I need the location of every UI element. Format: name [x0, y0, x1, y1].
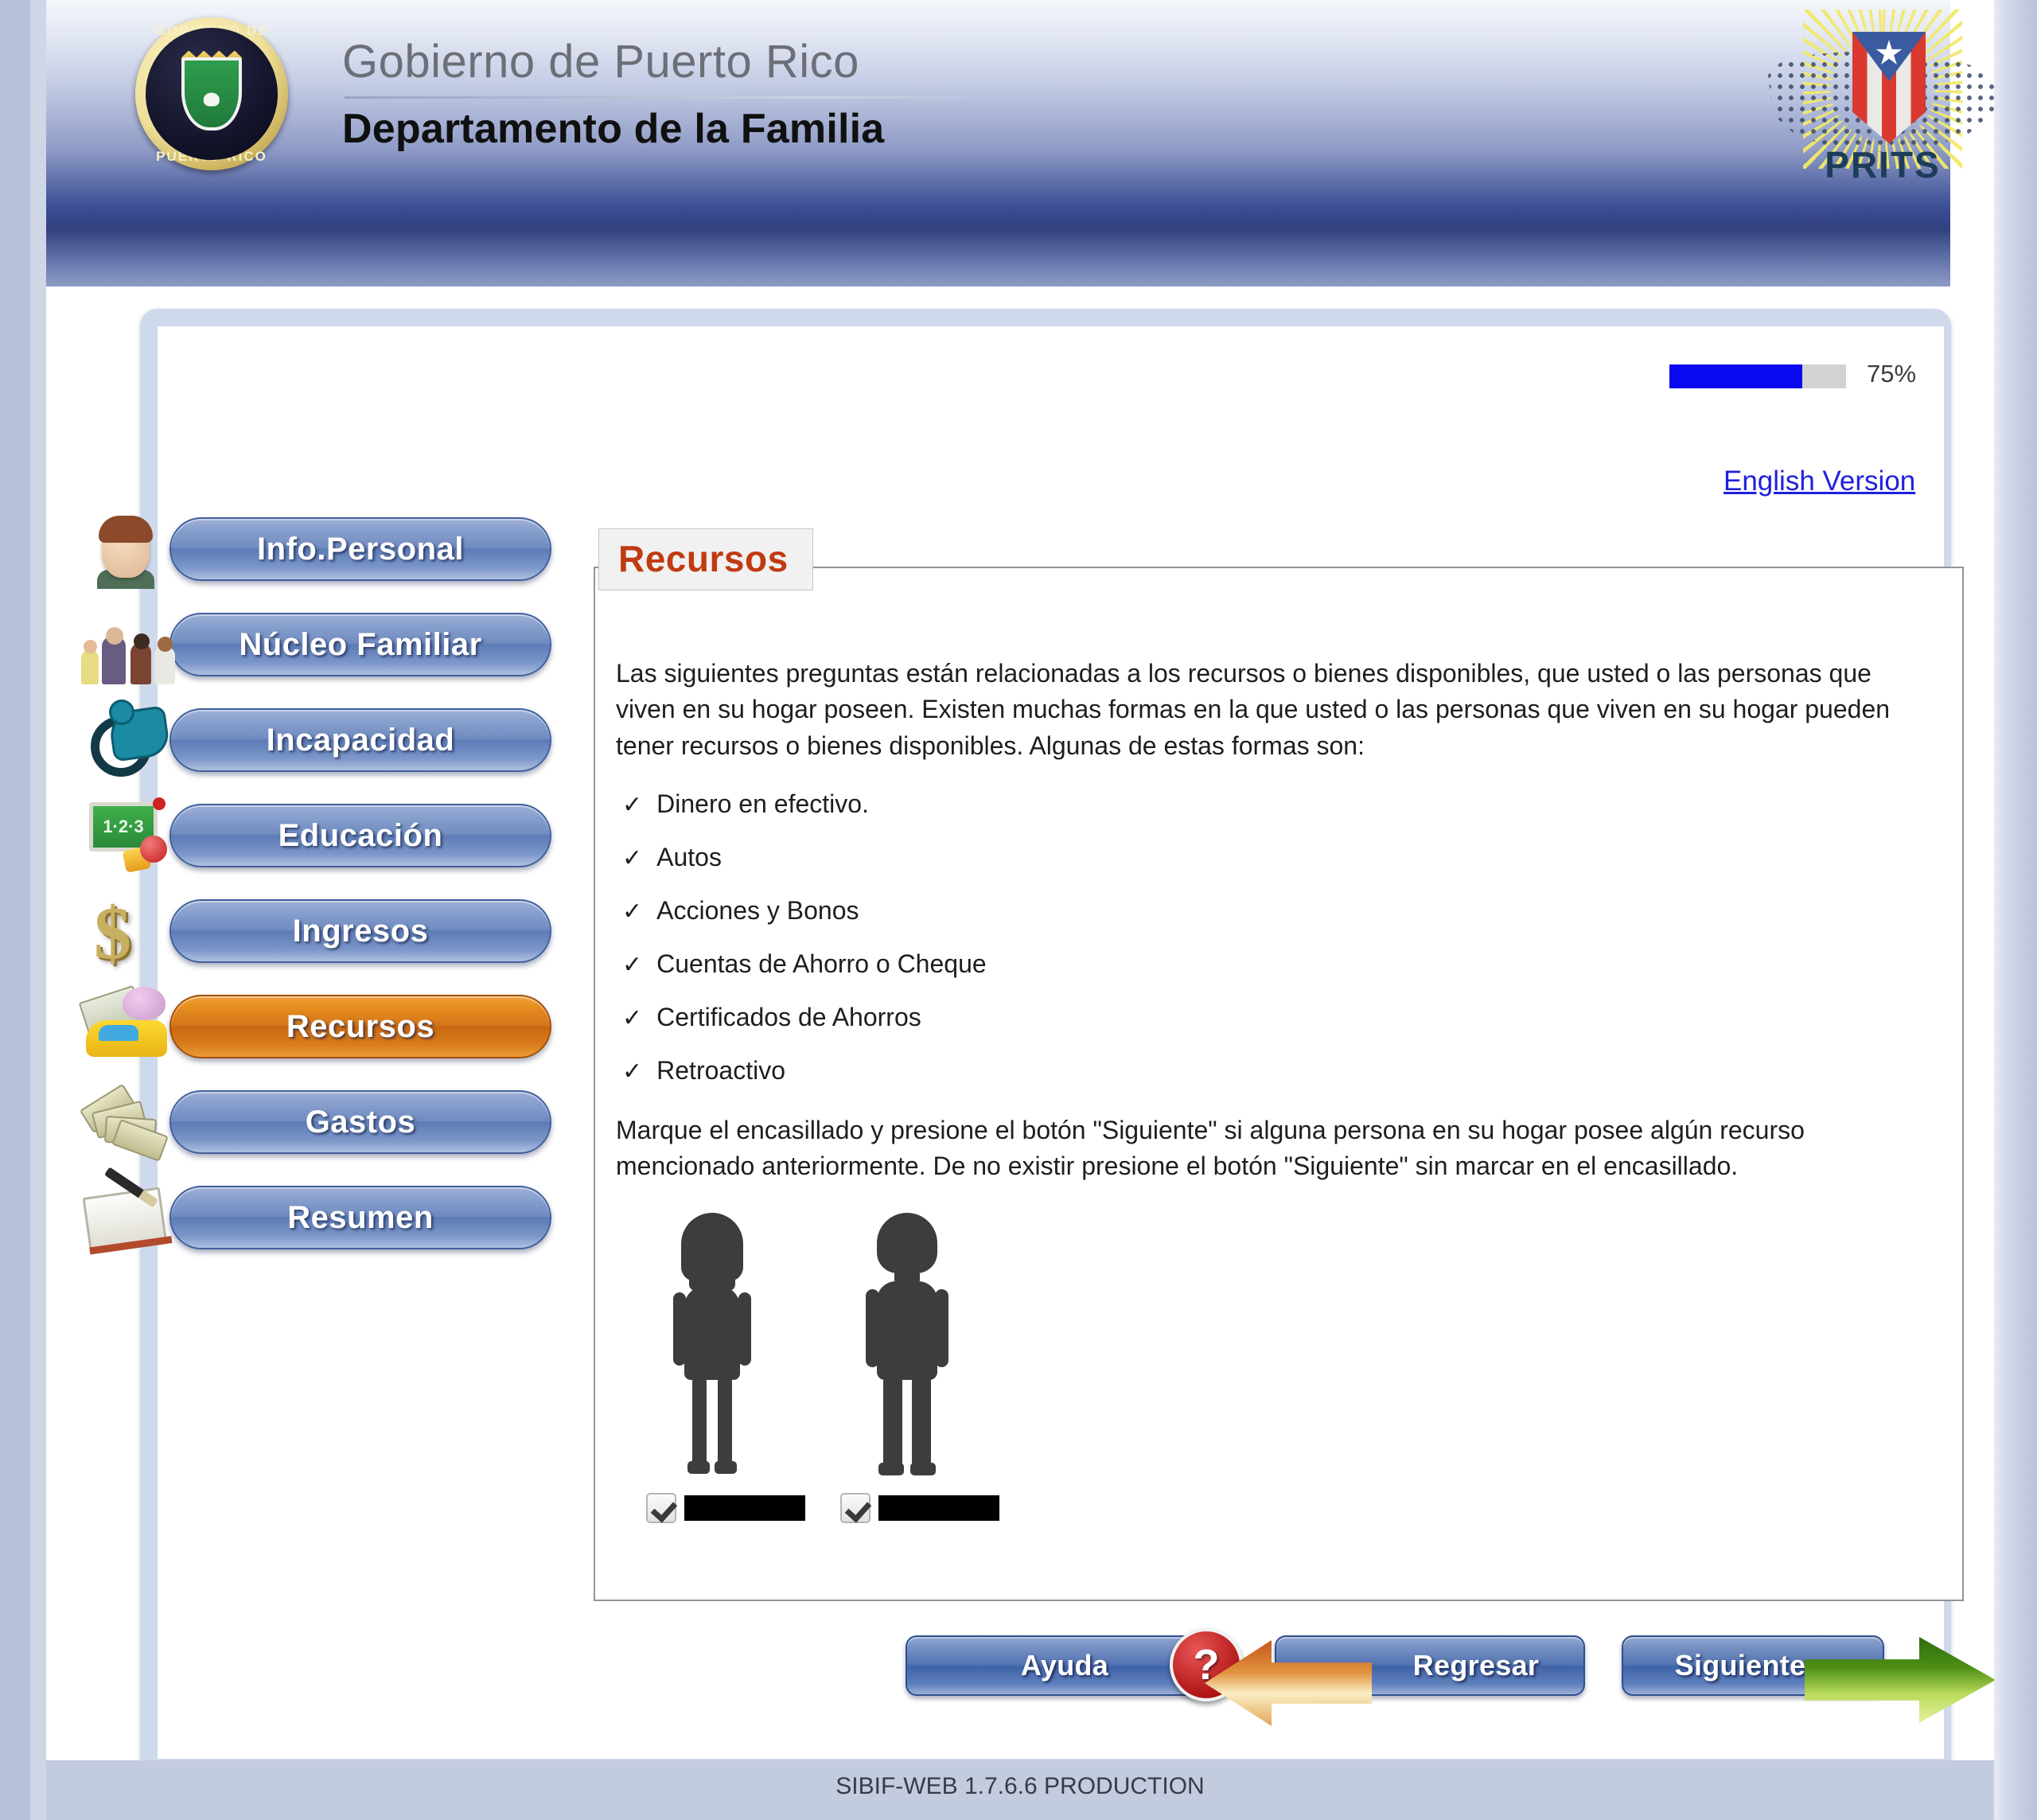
seal-inner-ring — [146, 28, 278, 160]
sidebar-item-nucleo-familiar[interactable]: Núcleo Familiar — [78, 613, 555, 684]
sidebar-button-incapacidad[interactable]: Incapacidad — [169, 708, 551, 772]
title-divider — [345, 95, 1007, 99]
sidebar-label-info-personal: Info.Personal — [257, 531, 464, 567]
browser-viewport: GOBIERNO DE PUERTO RICO Gobierno de Puer… — [46, 0, 1994, 1820]
department-title: Departamento de la Familia — [342, 105, 885, 152]
member-1-name-redacted — [684, 1495, 805, 1521]
list-item-label: Autos — [656, 843, 722, 871]
chalkboard-icon: 1·2·3 — [78, 796, 181, 875]
seal-lamb-icon — [203, 92, 220, 107]
list-item: ✓ Autos — [622, 843, 987, 872]
list-item: ✓ Acciones y Bonos — [622, 896, 987, 926]
prits-logo: PRITS — [1755, 10, 1994, 193]
sidebar-button-recursos[interactable]: Recursos — [169, 995, 551, 1058]
check-glyph-icon: ✓ — [622, 1005, 643, 1031]
back-button-label: Regresar — [1412, 1649, 1540, 1682]
check-glyph-icon: ✓ — [622, 1058, 643, 1085]
sidebar-label-recursos: Recursos — [286, 1008, 435, 1044]
check-glyph-icon: ✓ — [622, 792, 643, 818]
household-member-1 — [646, 1213, 805, 1523]
member-2-check-row — [840, 1493, 1000, 1523]
intro-paragraph: Las siguientes preguntas están relaciona… — [616, 659, 1891, 760]
page-background: GOBIERNO DE PUERTO RICO Gobierno de Puer… — [0, 0, 2037, 1820]
seal-shield-icon — [181, 57, 242, 131]
sidebar-button-nucleo-familiar[interactable]: Núcleo Familiar — [169, 613, 551, 676]
household-member-2 — [840, 1213, 1000, 1523]
page-right-edge — [1994, 0, 2037, 1820]
member-1-check-row — [646, 1493, 805, 1523]
sidebar-button-educacion[interactable]: Educación — [169, 804, 551, 867]
household-members-list — [646, 1213, 1000, 1523]
male-silhouette-icon — [859, 1213, 955, 1475]
member-1-checkbox[interactable] — [646, 1493, 676, 1523]
sidebar-button-ingresos[interactable]: Ingresos — [169, 899, 551, 963]
resources-car-piggybank-icon — [78, 985, 181, 1066]
next-button[interactable]: Siguiente — [1622, 1635, 1994, 1723]
female-silhouette-icon — [665, 1213, 761, 1475]
progress-fill — [1669, 364, 1802, 388]
list-item-label: Acciones y Bonos — [656, 896, 859, 925]
puerto-rico-seal-icon: GOBIERNO DE PUERTO RICO — [135, 18, 288, 170]
list-item: ✓ Dinero en efectivo. — [622, 789, 987, 819]
sidebar-label-resumen: Resumen — [287, 1199, 434, 1235]
list-item: ✓ Certificados de Ahorros — [622, 1003, 987, 1032]
prits-wordmark: PRITS — [1825, 144, 1941, 185]
government-title: Gobierno de Puerto Rico — [342, 36, 859, 88]
dollar-sign-icon: $ — [94, 892, 131, 975]
sidebar-item-resumen[interactable]: Resumen — [78, 1167, 555, 1257]
instruction-paragraph: Marque el encasillado y presione el botó… — [616, 1116, 1805, 1181]
header-titles: Gobierno de Puerto Rico Departamento de … — [342, 36, 1007, 153]
list-item: ✓ Cuentas de Ahorro o Cheque — [622, 949, 987, 979]
back-button[interactable]: Regresar — [1205, 1635, 1585, 1726]
progress-indicator: 75% — [1669, 360, 1956, 392]
member-2-name-redacted — [878, 1495, 1000, 1521]
help-button-label: Ayuda — [1020, 1649, 1109, 1682]
money-fan-icon — [78, 1082, 181, 1162]
check-glyph-icon: ✓ — [622, 845, 643, 871]
list-item: ✓ Retroactivo — [622, 1056, 987, 1085]
resource-type-list: ✓ Dinero en efectivo. ✓ Autos ✓ Acciones… — [622, 789, 987, 1109]
family-group-icon — [78, 605, 181, 684]
panel-legend-recursos: Recursos — [598, 528, 813, 590]
list-item-label: Retroactivo — [656, 1056, 785, 1085]
member-2-checkbox[interactable] — [840, 1493, 871, 1523]
wheelchair-icon — [78, 700, 181, 780]
sidebar-item-recursos[interactable]: Recursos — [78, 985, 555, 1066]
next-button-label: Siguiente — [1674, 1649, 1806, 1682]
sidebar-item-incapacidad[interactable]: Incapacidad — [78, 702, 555, 780]
sidebar-item-ingresos[interactable]: $ Ingresos — [78, 896, 555, 971]
check-glyph-icon: ✓ — [622, 898, 643, 925]
list-item-label: Certificados de Ahorros — [656, 1003, 921, 1031]
sidebar-button-info-personal[interactable]: Info.Personal — [169, 517, 551, 581]
sidebar-item-gastos[interactable]: Gastos — [78, 1083, 555, 1162]
check-glyph-icon: ✓ — [622, 952, 643, 978]
list-item-label: Cuentas de Ahorro o Cheque — [656, 949, 987, 978]
notepad-pen-icon — [78, 1167, 181, 1257]
progress-percent-label: 75% — [1867, 360, 1917, 388]
english-version-link[interactable]: English Version — [1723, 466, 1915, 497]
sidebar-label-ingresos: Ingresos — [292, 913, 429, 949]
sidebar-item-info-personal[interactable]: Info.Personal — [78, 516, 555, 589]
sidebar-navigation: Info.Personal Núcleo Familiar Incapacida… — [78, 516, 555, 1281]
person-head-icon — [78, 509, 181, 589]
sidebar-label-gastos: Gastos — [305, 1104, 416, 1140]
sidebar-item-educacion[interactable]: 1·2·3 Educación — [78, 797, 555, 875]
sidebar-label-incapacidad: Incapacidad — [266, 722, 455, 758]
sidebar-button-resumen[interactable]: Resumen — [169, 1186, 551, 1249]
sidebar-button-gastos[interactable]: Gastos — [169, 1090, 551, 1154]
sidebar-label-nucleo-familiar: Núcleo Familiar — [239, 626, 482, 662]
progress-track — [1669, 364, 1846, 388]
sidebar-label-educacion: Educación — [278, 817, 443, 853]
list-item-label: Dinero en efectivo. — [656, 789, 869, 818]
footer-version-text: SIBIF-WEB 1.7.6.6 PRODUCTION — [835, 1773, 1205, 1799]
site-header-banner: GOBIERNO DE PUERTO RICO Gobierno de Puer… — [46, 0, 1994, 286]
